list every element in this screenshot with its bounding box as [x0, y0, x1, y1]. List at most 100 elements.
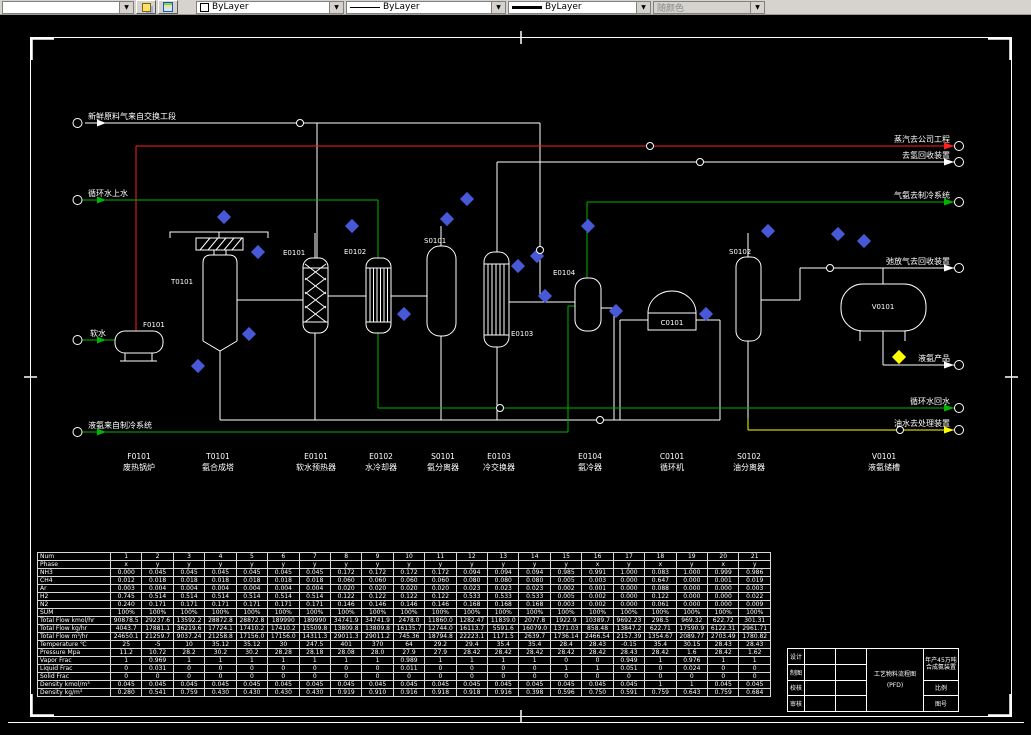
chevron-down-icon[interactable]: ▼: [119, 1, 133, 13]
table-cell: 28.43: [738, 640, 771, 649]
table-cell: 0.122: [424, 592, 457, 601]
titleblock-blank: [836, 649, 866, 664]
table-cell: 0.759: [644, 688, 677, 697]
table-cell: 6122.31: [707, 624, 740, 633]
table-cell: 0.045: [392, 680, 426, 689]
table-cell: 0.514: [267, 592, 300, 601]
table-cell: 16: [581, 552, 614, 561]
chevron-down-icon[interactable]: ▼: [491, 1, 505, 13]
table-cell: 11: [424, 552, 457, 561]
table-cell: 1: [267, 656, 300, 665]
table-cell: 0.045: [612, 680, 646, 689]
table-cell: 0.750: [581, 688, 614, 697]
table-cell: 0: [644, 672, 677, 681]
table-row-label: Total Flow kg/hr: [37, 624, 111, 633]
table-cell: 0: [172, 664, 206, 673]
table-cell: 0.000: [612, 576, 646, 585]
equipment-F0101: [114, 330, 164, 362]
legend-id: E0101: [304, 452, 328, 461]
lineweight-combo-value: ByLayer: [545, 2, 582, 12]
lineweight-combo[interactable]: ByLayer ▼: [508, 0, 651, 14]
table-cell: 35.4: [487, 640, 520, 649]
table-cell: 24650.1: [109, 632, 143, 641]
table-cell: 0.398: [518, 688, 551, 697]
table-cell: 16079.0: [518, 624, 551, 633]
layer-combo[interactable]: ▼: [2, 0, 134, 14]
table-cell: 13809.8: [361, 624, 394, 633]
table-cell: 100%: [204, 608, 237, 617]
table-row-label: Solid Frac: [37, 672, 111, 681]
table-cell: 21: [738, 552, 771, 561]
instrument-diamond-icon: [830, 226, 846, 242]
table-cell: 6: [267, 552, 300, 561]
drawing-canvas[interactable]: 新鲜原料气来自交换工段 循环水上水 软水 液氨来自制冷系统 蒸汽去公司工程 去氢…: [0, 0, 1031, 735]
table-cell: 0.004: [235, 584, 269, 593]
equipment-E0104: [574, 277, 602, 332]
table-cell: 0.240: [109, 600, 143, 609]
table-cell: 0.045: [738, 680, 771, 689]
io-label: 弛放气去回收装置: [886, 256, 950, 266]
table-cell: 0.088: [644, 584, 677, 593]
color-swatch: [200, 2, 209, 12]
equipment-shapes: [114, 237, 927, 362]
table-cell: 0.000: [707, 584, 740, 593]
table-cell: 15: [549, 552, 583, 561]
table-cell: 0.541: [141, 688, 174, 697]
table-cell: 0.533: [487, 592, 520, 601]
layers-stack-icon: [163, 2, 173, 12]
table-cell: 100%: [518, 608, 551, 617]
table-cell: 0: [329, 664, 363, 673]
chevron-down-icon[interactable]: ▼: [329, 1, 343, 13]
connector-circles: [72, 118, 964, 437]
table-cell: 0: [424, 664, 457, 673]
table-cell: 0: [455, 672, 489, 681]
table-row-label: H2: [37, 592, 111, 601]
table-cell: 35.12: [204, 640, 237, 649]
layer-combo-field[interactable]: [3, 2, 119, 13]
table-cell: 19: [675, 552, 709, 561]
table-cell: 9692.23: [612, 616, 646, 625]
color-combo[interactable]: ByLayer ▼: [196, 0, 344, 14]
flow-arrows: [97, 119, 954, 436]
table-row-label: NH3: [37, 568, 111, 577]
legend-id: C0101: [660, 452, 685, 461]
table-cell: 28.18: [298, 648, 331, 657]
make-object-layer-current-button[interactable]: [136, 0, 156, 14]
equipment-S0101: [426, 245, 457, 337]
instrument-diamond-icon: [760, 223, 776, 239]
table-cell: 0: [549, 656, 583, 665]
table-cell: 100%: [329, 608, 363, 617]
table-cell: 0: [487, 672, 520, 681]
chevron-down-icon[interactable]: ▼: [636, 1, 650, 13]
table-cell: 17881.1: [141, 624, 174, 633]
table-cell: 0.004: [141, 584, 174, 593]
table-cell: 2639.7: [518, 632, 551, 641]
table-cell: 16113.7: [455, 624, 489, 633]
table-cell: 0: [487, 664, 520, 673]
table-cell: 100%: [644, 608, 677, 617]
table-cell: 15509.8: [298, 624, 331, 633]
table-cell: 0.430: [267, 688, 300, 697]
table-cell: 0.045: [487, 680, 520, 689]
table-cell: 4043.7: [109, 624, 143, 633]
table-cell: 100%: [455, 608, 489, 617]
table-cell: 0: [267, 672, 300, 681]
table-cell: 0: [518, 664, 551, 673]
table-row-label: N2: [37, 600, 111, 609]
table-cell: 0.647: [644, 576, 677, 585]
table-cell: 0: [455, 664, 489, 673]
table-cell: 13592.2: [172, 616, 206, 625]
table-cell: 100%: [109, 608, 143, 617]
table-cell: 0.045: [204, 680, 237, 689]
instrument-diamond-icon: [698, 306, 714, 322]
table-cell: 1354.67: [644, 632, 677, 641]
table-cell: 0.045: [707, 680, 740, 689]
layer-previous-button[interactable]: [158, 0, 178, 14]
table-cell: 0.591: [612, 688, 646, 697]
table-cell: y: [487, 560, 520, 569]
table-cell: 0.684: [738, 688, 771, 697]
table-cell: 745.36: [392, 632, 426, 641]
io-label: 软水: [90, 328, 106, 338]
linetype-combo[interactable]: ByLayer ▼: [346, 0, 506, 14]
color-combo-value: ByLayer: [212, 2, 249, 12]
